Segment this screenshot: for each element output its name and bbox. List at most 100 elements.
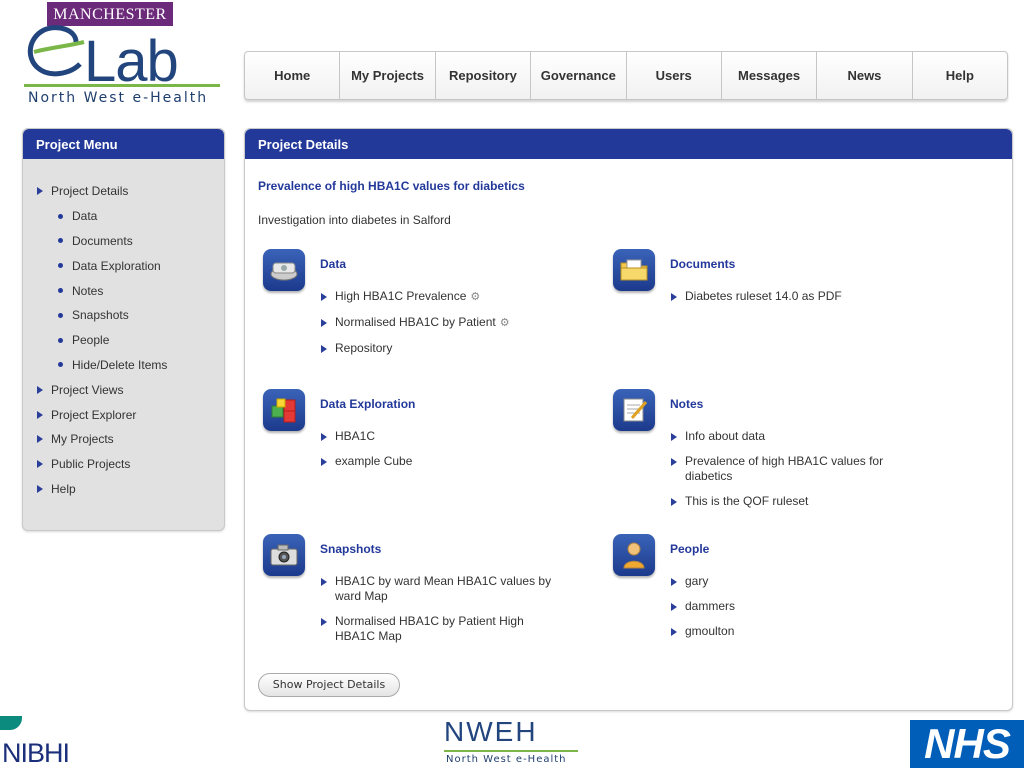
person-item[interactable]: gmoulton	[671, 624, 921, 639]
nav-tab-users[interactable]: Users	[627, 52, 722, 99]
section-title-snapshots[interactable]: Snapshots	[320, 542, 381, 556]
triangle-bullet-icon	[671, 458, 677, 466]
disk-drive-icon[interactable]	[263, 249, 305, 291]
notepad-icon[interactable]	[613, 389, 655, 431]
nav-tab-news[interactable]: News	[817, 52, 913, 99]
menu-item-project-details[interactable]: Project Details	[23, 179, 224, 204]
triangle-bullet-icon	[37, 435, 43, 444]
exploration-item[interactable]: HBA1C	[321, 429, 571, 444]
menu-item-notes[interactable]: Notes	[23, 278, 224, 303]
nweh-logo: NWEH North West e-Health	[442, 716, 582, 768]
exploration-item-label: example Cube	[335, 454, 413, 468]
nav-tab-messages[interactable]: Messages	[722, 52, 818, 99]
documents-item-list: Diabetes ruleset 14.0 as PDF	[671, 289, 921, 314]
menu-item-help[interactable]: Help	[23, 477, 224, 502]
top-navigation: Home My Projects Repository Governance U…	[244, 51, 1008, 100]
section-title-notes[interactable]: Notes	[670, 397, 703, 411]
note-item[interactable]: This is the QOF ruleset	[671, 494, 901, 509]
nav-tab-help[interactable]: Help	[913, 52, 1007, 99]
nav-tab-home[interactable]: Home	[245, 52, 341, 99]
folder-icon[interactable]	[613, 249, 655, 291]
gear-icon: ⚙	[470, 291, 481, 303]
menu-item-hide-delete[interactable]: Hide/Delete Items	[23, 353, 224, 378]
section-people: People gary dammers gmoulton	[613, 534, 943, 654]
snapshots-item-list: HBA1C by ward Mean HBA1C values by ward …	[321, 574, 561, 654]
notes-item-list: Info about data Prevalence of high HBA1C…	[671, 429, 901, 519]
elab-logo[interactable]: Lab North West e-Health	[24, 22, 224, 108]
person-item-label: dammers	[685, 599, 736, 613]
note-item-label: Prevalence of high HBA1C values for diab…	[685, 454, 884, 483]
exploration-item[interactable]: example Cube	[321, 454, 571, 469]
snapshot-item[interactable]: Normalised HBA1C by Patient High HBA1C M…	[321, 614, 561, 644]
gear-icon: ⚙	[499, 317, 510, 329]
triangle-bullet-icon	[321, 345, 327, 353]
triangle-bullet-icon	[671, 498, 677, 506]
menu-item-data[interactable]: Data	[23, 204, 224, 229]
person-icon[interactable]	[613, 534, 655, 576]
dot-bullet-icon	[58, 238, 63, 244]
nav-tab-governance[interactable]: Governance	[531, 52, 627, 99]
dot-bullet-icon	[58, 312, 63, 318]
person-item[interactable]: dammers	[671, 599, 921, 614]
note-item[interactable]: Info about data	[671, 429, 901, 444]
triangle-bullet-icon	[321, 319, 327, 327]
note-item-label: This is the QOF ruleset	[685, 494, 809, 508]
elab-subtitle: North West e-Health	[28, 90, 209, 106]
nibhi-swoosh-icon	[0, 716, 22, 730]
data-item[interactable]: Normalised HBA1C by Patient ⚙	[321, 315, 571, 331]
person-item-label: gmoulton	[685, 624, 735, 638]
menu-item-label: Project Details	[51, 184, 129, 199]
project-description: Investigation into diabetes in Salford	[258, 213, 451, 227]
cubes-icon[interactable]	[263, 389, 305, 431]
menu-item-label: Project Explorer	[51, 407, 137, 422]
menu-item-people[interactable]: People	[23, 328, 224, 353]
data-item[interactable]: Repository	[321, 341, 571, 356]
project-menu-panel: Project Menu Project Details Data Docume…	[22, 128, 225, 531]
section-data: Data High HBA1C Prevalence ⚙ Normalised H…	[263, 249, 593, 359]
section-notes: Notes Info about data Prevalence of high…	[613, 389, 943, 509]
triangle-bullet-icon	[321, 293, 327, 301]
exploration-item-list: HBA1C example Cube	[321, 429, 571, 479]
person-item[interactable]: gary	[671, 574, 921, 589]
menu-item-project-views[interactable]: Project Views	[23, 377, 224, 402]
data-item[interactable]: High HBA1C Prevalence ⚙	[321, 289, 571, 305]
menu-item-my-projects[interactable]: My Projects	[23, 427, 224, 452]
project-menu-list: Project Details Data Documents Data Expl…	[23, 159, 224, 501]
snapshot-item-label: HBA1C by ward Mean HBA1C values by ward …	[335, 574, 552, 603]
data-item-list: High HBA1C Prevalence ⚙ Normalised HBA1C …	[321, 289, 571, 366]
triangle-bullet-icon	[321, 458, 327, 466]
document-item[interactable]: Diabetes ruleset 14.0 as PDF	[671, 289, 921, 304]
triangle-bullet-icon	[671, 578, 677, 586]
menu-item-label: People	[72, 333, 110, 348]
triangle-bullet-icon	[37, 187, 43, 196]
menu-item-label: Notes	[72, 283, 104, 298]
section-title-data-exploration[interactable]: Data Exploration	[320, 397, 415, 411]
section-title-documents[interactable]: Documents	[670, 257, 735, 271]
menu-item-label: Data	[72, 209, 98, 224]
menu-item-label: My Projects	[51, 432, 114, 447]
menu-item-snapshots[interactable]: Snapshots	[23, 303, 224, 328]
menu-item-project-explorer[interactable]: Project Explorer	[23, 402, 224, 427]
triangle-bullet-icon	[321, 433, 327, 441]
note-item[interactable]: Prevalence of high HBA1C values for diab…	[671, 454, 901, 484]
nav-tab-repository[interactable]: Repository	[436, 52, 532, 99]
menu-item-label: Public Projects	[51, 457, 131, 472]
menu-item-data-exploration[interactable]: Data Exploration	[23, 253, 224, 278]
show-project-details-button[interactable]: Show Project Details	[258, 673, 400, 697]
data-item-label: Normalised HBA1C by Patient	[335, 315, 496, 329]
menu-item-public-projects[interactable]: Public Projects	[23, 452, 224, 477]
nweh-divider	[444, 750, 578, 752]
camera-icon[interactable]	[263, 534, 305, 576]
section-title-people[interactable]: People	[670, 542, 709, 556]
menu-item-label: Documents	[72, 233, 133, 248]
snapshot-item[interactable]: HBA1C by ward Mean HBA1C values by ward …	[321, 574, 561, 604]
menu-item-label: Data Exploration	[72, 258, 161, 273]
dot-bullet-icon	[58, 213, 63, 219]
menu-item-label: Project Views	[51, 382, 124, 397]
dot-bullet-icon	[58, 337, 63, 343]
section-title-data[interactable]: Data	[320, 257, 346, 271]
triangle-bullet-icon	[671, 603, 677, 611]
triangle-bullet-icon	[37, 460, 43, 469]
nav-tab-my-projects[interactable]: My Projects	[340, 52, 436, 99]
menu-item-documents[interactable]: Documents	[23, 229, 224, 254]
